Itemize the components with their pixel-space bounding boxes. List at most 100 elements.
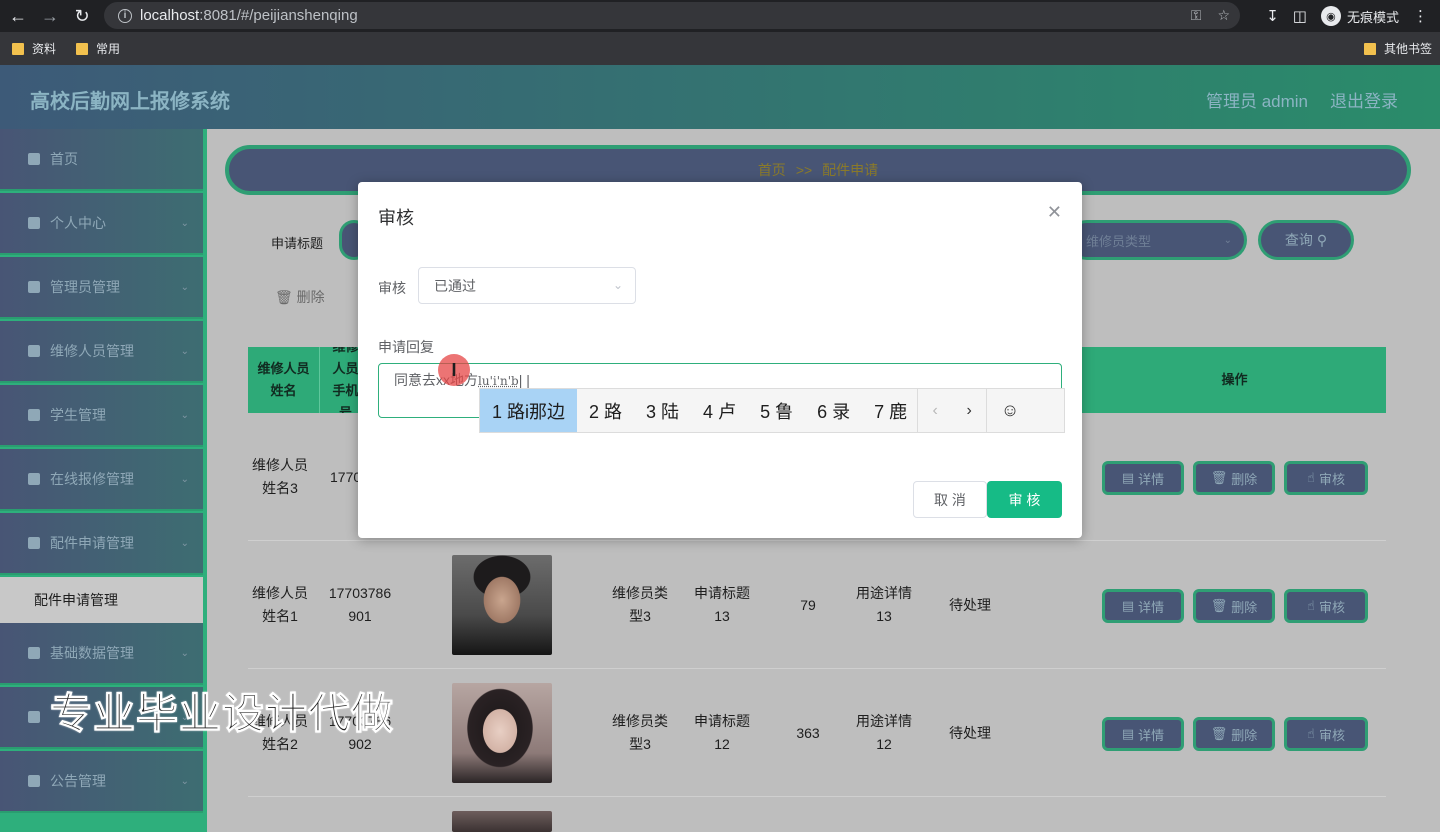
logout-link[interactable]: 退出登录 <box>1330 87 1398 112</box>
ime-candidate[interactable]: 5 鲁 <box>748 389 805 432</box>
ime-candidate[interactable]: 2 路 <box>577 389 634 432</box>
forward-icon[interactable]: → <box>34 0 66 32</box>
review-button[interactable]: ☝ 审核 <box>1284 717 1368 751</box>
submenu-parts-apply[interactable]: 配件申请管理 <box>0 577 203 623</box>
review-button[interactable]: ☝ 审核 <box>1284 461 1368 495</box>
close-icon[interactable]: ✕ <box>1047 202 1062 223</box>
current-user: 管理员 admin <box>1205 92 1308 111</box>
repairer-photo <box>452 683 552 783</box>
detail-label: 详情 <box>1138 727 1165 743</box>
dialog-title: 审核 <box>378 208 414 228</box>
chevron-down-icon: ⌄ <box>180 648 189 659</box>
sidebar-item-parts[interactable]: 配件申请管理 ⌄ <box>0 513 203 575</box>
bookmark-item[interactable]: 资料 <box>12 32 56 65</box>
batch-delete-label: 删除 <box>296 289 325 305</box>
app-header: 高校后勤网上报修系统 管理员 admin 退出登录 <box>0 65 1440 129</box>
trash-icon: 🗑 <box>1210 598 1228 613</box>
confirm-review-button[interactable]: 审 核 <box>987 481 1062 518</box>
review-label: 审核 <box>1318 599 1345 615</box>
trash-icon: 🗑 <box>1210 726 1228 741</box>
key-icon[interactable]: ⚿ <box>1191 7 1202 24</box>
search-title-label: 申请标题 <box>271 236 324 251</box>
col-actions: 操作 <box>1221 372 1248 387</box>
incognito-badge[interactable]: ◉ 无痕模式 <box>1320 6 1399 26</box>
detail-button[interactable]: ▤ 详情 <box>1102 717 1184 751</box>
text-cursor-icon: I <box>438 354 470 386</box>
review-button[interactable]: ☝ 审核 <box>1284 589 1368 623</box>
url-path: :8081/#/peijianshenqing <box>199 7 358 24</box>
query-button[interactable]: 查询 ⚲ <box>1258 220 1354 260</box>
chevron-left-icon[interactable]: ‹ <box>918 389 952 432</box>
review-status-select[interactable]: 已通过 ⌄ <box>418 267 636 304</box>
detail-label: 详情 <box>1138 471 1165 487</box>
reload-icon[interactable]: ↻ <box>66 0 98 32</box>
site-info-icon[interactable]: i <box>118 8 132 23</box>
thumb-icon: ☝ <box>1307 598 1315 613</box>
table-row: 维修人员姓名1 17703786901 维修员类型3 申请标题13 79 用途详… <box>248 541 1386 669</box>
search-icon: ⚲ <box>1316 231 1328 248</box>
type-select[interactable]: 维修员类型 ⌄ <box>1067 220 1247 260</box>
folder-icon <box>76 42 88 55</box>
back-icon[interactable]: ← <box>2 0 34 32</box>
chevron-down-icon: ⌄ <box>1223 234 1232 246</box>
other-bookmarks[interactable]: 其他书签 <box>1364 32 1432 65</box>
bookmarks-bar: 资料 常用 其他书签 <box>0 32 1440 65</box>
delete-button[interactable]: 🗑 删除 <box>1193 717 1275 751</box>
detail-button[interactable]: ▤ 详情 <box>1102 461 1184 495</box>
cell-purpose: 用途详情12 <box>856 713 912 752</box>
chevron-right-icon[interactable]: › <box>952 389 986 432</box>
sidebar-item-repairs[interactable]: 在线报修管理 ⌄ <box>0 449 203 511</box>
ime-candidate[interactable]: 4 卢 <box>691 389 748 432</box>
breadcrumb-separator: >> <box>795 162 813 178</box>
chevron-down-icon: ⌄ <box>180 474 189 485</box>
sidebar-item-students[interactable]: 学生管理 ⌄ <box>0 385 203 447</box>
ime-candidate[interactable]: 1 路i那边 <box>480 389 578 432</box>
detail-button[interactable]: ▤ 详情 <box>1102 589 1184 623</box>
user-icon <box>28 217 40 229</box>
breadcrumb-home[interactable]: 首页 <box>758 160 786 180</box>
sidebar-item-admin[interactable]: 管理员管理 ⌄ <box>0 257 203 319</box>
cell-phone: 17703786901 <box>328 585 392 624</box>
review-label: 审核 <box>1318 727 1345 743</box>
sidebar-item-label: 管理员管理 <box>50 279 120 295</box>
ime-candidate[interactable]: 7 鹿 <box>862 389 917 432</box>
address-bar[interactable]: i localhost:8081/#/peijianshenqing ⚿ ☆ <box>104 2 1240 29</box>
sidebar-item-label: 首页 <box>50 151 78 167</box>
batch-delete-button[interactable]: 🗑 删除 <box>275 287 325 307</box>
browser-toolbar: ← → ↻ i localhost:8081/#/peijianshenqing… <box>0 0 1440 32</box>
cancel-button[interactable]: 取 消 <box>913 481 987 518</box>
grid-icon <box>28 409 40 421</box>
repairer-photo <box>452 811 552 832</box>
sidebar-item-notice[interactable]: 公告管理 ⌄ <box>0 751 203 813</box>
sidebar-item-repairers[interactable]: 维修人员管理 ⌄ <box>0 321 203 383</box>
query-label: 查询 <box>1284 232 1313 248</box>
flag-icon <box>28 345 40 357</box>
bookmark-item[interactable]: 常用 <box>76 32 120 65</box>
download-icon[interactable]: ↧ <box>1266 7 1279 25</box>
trash-icon: 🗑 <box>275 289 293 305</box>
watermark-text: 专业毕业设计代做 <box>49 690 395 738</box>
chevron-down-icon: ⌄ <box>180 776 189 787</box>
menu-icon[interactable]: ⋮ <box>1413 7 1428 25</box>
sidebar-item-basedata[interactable]: 基础数据管理 ⌄ <box>0 623 203 685</box>
grid-icon <box>28 537 40 549</box>
delete-button[interactable]: 🗑 删除 <box>1193 589 1275 623</box>
bookmark-label: 其他书签 <box>1384 42 1433 56</box>
folder-icon <box>12 42 24 55</box>
sidebar-item-label: 基础数据管理 <box>50 645 134 661</box>
star-icon[interactable]: ☆ <box>1217 7 1230 24</box>
emoji-icon[interactable]: ☺ <box>987 389 1033 432</box>
ime-candidate[interactable]: 6 录 <box>805 389 862 432</box>
review-status-value: 已通过 <box>434 277 476 294</box>
sidepanel-icon[interactable]: ◫ <box>1293 7 1307 25</box>
trash-icon: 🗑 <box>1210 470 1228 485</box>
reply-field-label: 申请回复 <box>378 339 434 355</box>
sidebar-item-home[interactable]: 首页 <box>0 129 203 191</box>
grid-icon <box>28 647 40 659</box>
cell-name: 维修人员姓名1 <box>252 585 308 624</box>
delete-label: 删除 <box>1231 599 1258 615</box>
ime-candidate[interactable]: 3 陆 <box>634 389 691 432</box>
delete-button[interactable]: 🗑 删除 <box>1193 461 1275 495</box>
sidebar-item-profile[interactable]: 个人中心 ⌄ <box>0 193 203 255</box>
document-icon: ▤ <box>1121 598 1135 613</box>
